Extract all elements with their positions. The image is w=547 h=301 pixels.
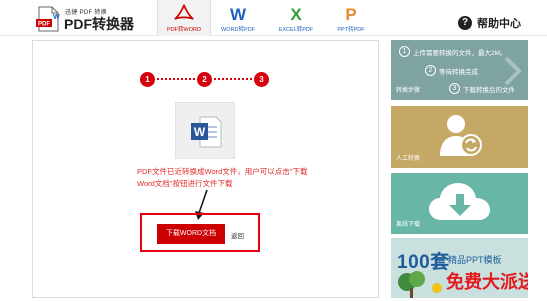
step-text: 上传需要转换的文件，最大2M。 <box>413 50 507 57</box>
download-word-button[interactable]: 下载WORD文档 <box>157 224 225 244</box>
acrobat-icon <box>174 4 194 20</box>
progress-connector <box>157 78 195 80</box>
chevron-right-icon <box>504 56 522 86</box>
card-caption: 人工转换 <box>396 156 421 162</box>
logo-badge-text: PDF <box>38 22 50 28</box>
card-caption: 离线下载 <box>396 222 421 228</box>
step-text: 等待转换完成 <box>439 69 478 76</box>
step-number: 1 <box>399 46 410 57</box>
svg-text:P: P <box>345 5 356 22</box>
tab-label: PPT转PDF <box>337 27 365 33</box>
svg-text:W: W <box>194 125 206 139</box>
user-sync-icon <box>440 115 482 156</box>
word-document-icon: W <box>191 116 222 148</box>
tab-label: PDF转WORD <box>167 27 201 33</box>
tree-illustration-icon <box>398 271 442 298</box>
pdf-logo-icon: PDF W <box>36 6 60 32</box>
ad-subtitle: 精品PPT模板 <box>448 255 502 265</box>
tab-word-to-pdf[interactable]: W WORD转PDF <box>211 0 265 36</box>
offline-download-card[interactable]: 离线下载 <box>391 173 528 234</box>
progress-step-2: 2 <box>197 72 212 87</box>
conversion-complete-message: PDF文件已近转换成Word文件，用户可以点击"下载Word文档"按钮进行文件下… <box>137 167 308 188</box>
tab-excel-to-pdf[interactable]: X EXCEL转PDF <box>269 0 323 36</box>
help-center-label: 帮助中心 <box>477 18 521 30</box>
step-number: 3 <box>449 83 460 94</box>
tab-label: WORD转PDF <box>221 27 255 33</box>
manual-conversion-card[interactable]: 人工转换 <box>391 106 528 168</box>
tab-label: EXCEL转PDF <box>278 27 314 33</box>
step-number: 2 <box>425 65 436 76</box>
tab-pdf-to-word[interactable]: PDF转WORD <box>157 0 211 36</box>
conversion-steps-card[interactable]: 1 上传需要转换的文件，最大2M。 2 等待转换完成 3 下载转换后的文件 转换… <box>391 40 528 100</box>
word-w-icon: W <box>230 5 247 22</box>
svg-text:X: X <box>290 5 302 22</box>
question-icon: ? <box>458 16 472 30</box>
card-caption: 转换步骤 <box>396 88 421 94</box>
progress-connector <box>214 78 252 80</box>
svg-text:W: W <box>53 14 60 21</box>
cloud-download-icon <box>429 183 490 220</box>
progress-step-3: 3 <box>254 72 269 87</box>
top-bar: PDF W 迅捷 PDF 转换 PDF转换器 PDF转WORD W WORD转P… <box>0 0 547 36</box>
converted-file-preview: W <box>175 102 235 159</box>
svg-text:W: W <box>230 5 247 22</box>
conversion-panel: 1 2 3 W PDF文件已近转换成Word文件，用户可以点击"下载Word文档… <box>32 40 379 298</box>
ppt-p-icon: P <box>345 5 356 22</box>
tab-ppt-to-pdf[interactable]: P PPT转PDF <box>324 0 378 36</box>
logo-title: PDF转换器 <box>64 16 134 32</box>
progress-step-1: 1 <box>140 72 155 87</box>
help-center-link[interactable]: ? 帮助中心 <box>458 14 521 32</box>
back-link[interactable]: 返回 <box>231 230 244 240</box>
app-logo[interactable]: PDF W 迅捷 PDF 转换 PDF转换器 <box>36 4 148 34</box>
excel-x-icon: X <box>290 5 302 22</box>
ppt-template-ad[interactable]: 100套 精品PPT模板 免费大派送 <box>391 238 528 298</box>
ad-banner-text: 免费大派送 <box>446 272 528 292</box>
